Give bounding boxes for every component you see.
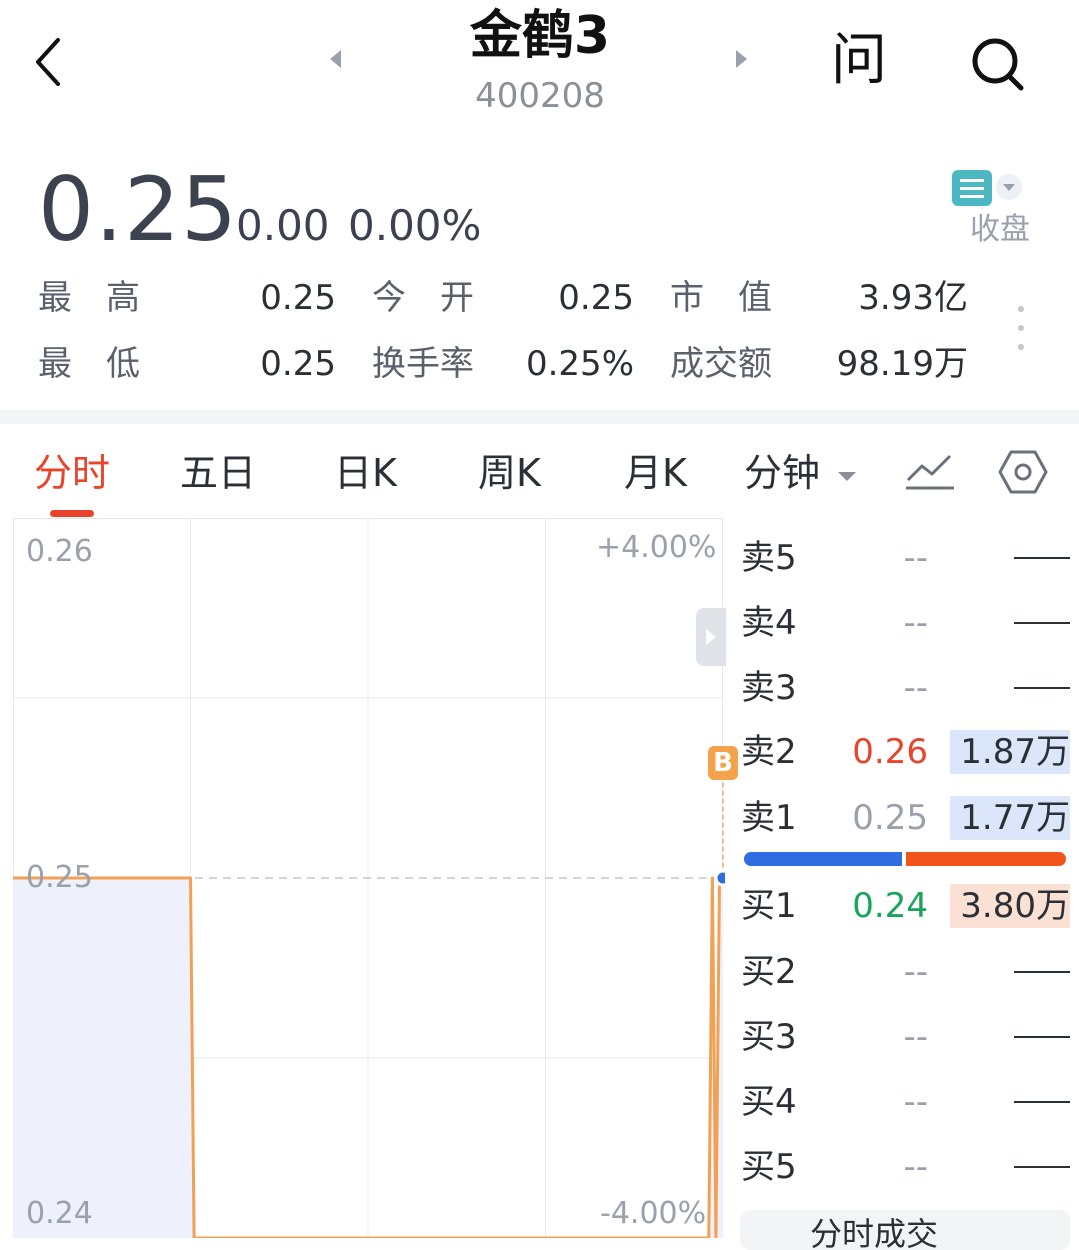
tab-five-day[interactable]: 五日 [180, 448, 256, 498]
sell-5-volume-empty [1014, 557, 1070, 559]
sell-2-label: 卖2 [741, 732, 797, 772]
buy-sell-ratio-bar [744, 852, 1066, 866]
sell-3-volume-empty [1014, 687, 1070, 689]
buy-3-label: 买3 [741, 1017, 797, 1057]
more-options-icon[interactable] [1016, 306, 1026, 350]
buy-2-label: 买2 [741, 952, 797, 992]
stat-label-open: 今 开 [372, 278, 474, 318]
intraday-trades-button[interactable]: 分时成交 [740, 1210, 1070, 1250]
sell-4-price: -- [903, 603, 928, 643]
buy-1-volume: 3.80万 [950, 884, 1070, 928]
last-price-point [714, 869, 732, 887]
sell-2-price: 0.26 [852, 732, 928, 772]
stat-label-market-cap: 市 值 [670, 278, 772, 318]
intraday-chart-canvas [13, 518, 732, 1240]
buy-4-label: 买4 [741, 1082, 797, 1122]
list-menu-icon[interactable] [952, 170, 992, 206]
indicator-button[interactable] [904, 448, 956, 494]
sell-4-label: 卖4 [741, 603, 797, 643]
buy-5-label: 买5 [741, 1147, 797, 1187]
buy-marker-badge: B [708, 746, 738, 780]
chevron-down-icon[interactable] [996, 174, 1022, 200]
buy-1-label: 买1 [741, 886, 797, 926]
active-tab-indicator [50, 510, 94, 517]
stat-value-amount: 98.19万 [836, 344, 968, 384]
stat-value-turnover: 0.25% [525, 344, 634, 384]
last-price: 0.25 [38, 158, 238, 261]
stat-value-market-cap: 3.93亿 [858, 278, 968, 318]
settings-button[interactable] [998, 446, 1048, 498]
stat-value-open: 0.25 [558, 278, 634, 318]
buy-4-price: -- [903, 1082, 928, 1122]
sell-ratio-fill [906, 852, 1066, 866]
pct-axis-label-high: +4.00% [596, 530, 717, 565]
buy-1-price: 0.24 [852, 886, 928, 926]
stat-label-turnover: 换手率 [372, 344, 474, 384]
market-status: 收盘 [970, 212, 1030, 247]
search-icon [972, 38, 1024, 91]
sell-1-label: 卖1 [741, 798, 797, 838]
sell-5-price: -- [903, 538, 928, 578]
stock-code: 400208 [475, 76, 605, 116]
tab-weekly-k[interactable]: 周K [478, 448, 541, 498]
sell-1-volume: 1.77万 [950, 796, 1070, 840]
sell-5-label: 卖5 [741, 538, 797, 578]
sell-4-volume-empty [1014, 622, 1070, 624]
next-stock-button[interactable] [736, 50, 747, 68]
buy-4-volume-empty [1014, 1101, 1070, 1103]
pct-axis-label-low: -4.00% [600, 1196, 707, 1231]
y-axis-label-low: 0.24 [26, 1196, 93, 1231]
tab-minute[interactable]: 分钟 [744, 448, 820, 498]
sell-2-volume: 1.87万 [950, 730, 1070, 774]
stat-value-high: 0.25 [260, 278, 336, 318]
minute-dropdown-icon[interactable] [838, 472, 856, 481]
y-axis-label-mid: 0.25 [26, 860, 93, 895]
buy-ratio-fill [744, 852, 902, 866]
y-axis-label-high: 0.26 [26, 534, 93, 569]
stat-label-high: 最 高 [38, 278, 140, 318]
price-change-percent: 0.00% [348, 201, 482, 250]
intraday-chart[interactable] [13, 518, 732, 1240]
buy-2-price: -- [903, 952, 928, 992]
tab-intraday[interactable]: 分时 [34, 448, 110, 498]
sell-3-label: 卖3 [741, 668, 797, 708]
buy-5-price: -- [903, 1147, 928, 1187]
tab-daily-k[interactable]: 日K [334, 448, 397, 498]
tab-monthly-k[interactable]: 月K [624, 448, 687, 498]
ask-button[interactable]: 问 [828, 30, 890, 92]
section-divider [0, 410, 1079, 424]
stock-name: 金鹤3 [469, 6, 611, 66]
buy-3-price: -- [903, 1017, 928, 1057]
search-button[interactable] [966, 32, 1030, 96]
hexagon-settings-icon [998, 450, 1048, 494]
line-chart-icon [906, 454, 954, 490]
buy-3-volume-empty [1014, 1036, 1070, 1038]
stat-label-amount: 成交额 [670, 344, 772, 384]
back-arrow-icon [36, 38, 60, 86]
intraday-trades-label: 分时成交 [810, 1215, 939, 1250]
sell-1-price: 0.25 [852, 798, 928, 838]
buy-5-volume-empty [1014, 1166, 1070, 1168]
collapse-panel-button[interactable] [696, 608, 726, 666]
stat-value-low: 0.25 [260, 344, 336, 384]
back-button[interactable] [28, 34, 72, 90]
stat-label-low: 最 低 [38, 344, 140, 384]
buy-2-volume-empty [1014, 971, 1070, 973]
price-change: 0.00 [236, 201, 330, 250]
sell-3-price: -- [903, 668, 928, 708]
previous-stock-button[interactable] [330, 50, 341, 68]
